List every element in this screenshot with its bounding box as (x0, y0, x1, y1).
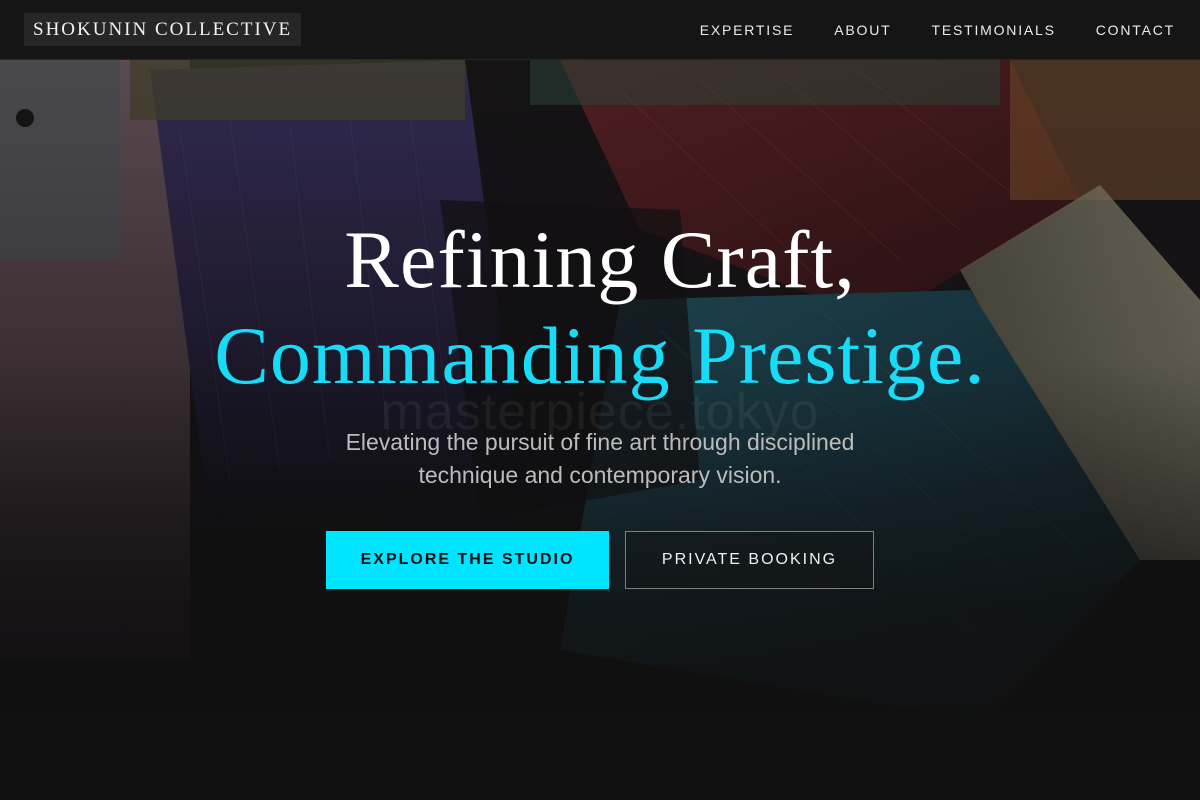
explore-studio-button[interactable]: EXPLORE THE STUDIO (326, 531, 609, 589)
top-navbar: SHOKUNIN COLLECTIVE EXPERTISE ABOUT TEST… (0, 0, 1200, 60)
brand-logo[interactable]: SHOKUNIN COLLECTIVE (24, 13, 302, 46)
private-booking-button[interactable]: PRIVATE BOOKING (625, 531, 874, 589)
headline-line-2: Commanding Prestige. (214, 310, 986, 401)
nav-link-expertise[interactable]: EXPERTISE (700, 22, 795, 38)
cta-group: EXPLORE THE STUDIO PRIVATE BOOKING (326, 531, 874, 589)
headline-line-1: Refining Craft, (344, 214, 856, 305)
hero-subheading: Elevating the pursuit of fine art throug… (345, 429, 855, 488)
primary-nav: EXPERTISE ABOUT TESTIMONIALS CONTACT (700, 22, 1175, 38)
nav-link-testimonials[interactable]: TESTIMONIALS (931, 22, 1055, 38)
nav-link-contact[interactable]: CONTACT (1096, 22, 1175, 38)
nav-link-about[interactable]: ABOUT (834, 22, 891, 38)
hero-section: masterpiece.tokyo Refining Craft, Comman… (0, 60, 1200, 800)
hero-headline: Refining Craft, Commanding Prestige. (0, 212, 1200, 404)
